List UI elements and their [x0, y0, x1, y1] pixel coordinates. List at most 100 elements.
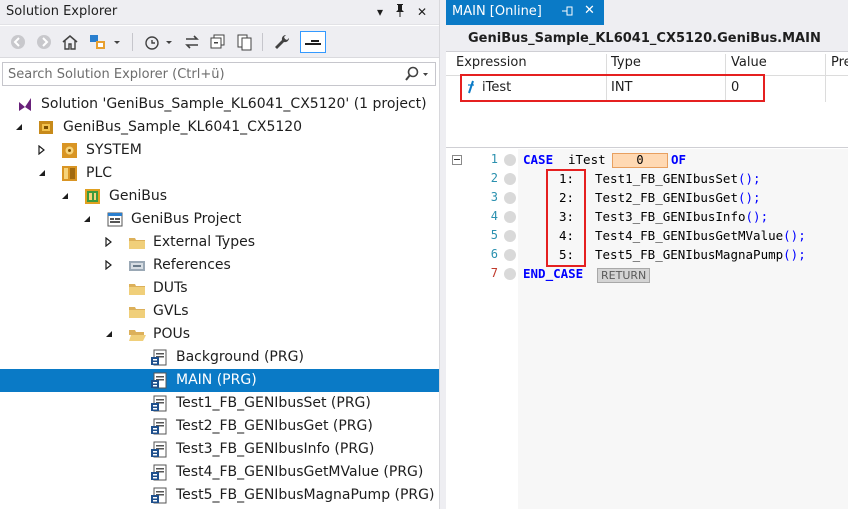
tree-item[interactable]: GeniBus Project: [0, 208, 439, 231]
switch-views-dropdown-icon[interactable]: [112, 32, 122, 52]
tree-item-label: GeniBus: [109, 188, 167, 204]
search-icon[interactable]: [403, 65, 429, 83]
window-position-icon[interactable]: ▾: [372, 3, 388, 21]
properties-wrench-icon[interactable]: [272, 32, 292, 52]
tree-item-label: GVLs: [153, 303, 189, 319]
plc-project-icon: [84, 188, 102, 205]
tree-item[interactable]: Background (PRG): [0, 346, 439, 369]
column-header-value[interactable]: Value: [731, 55, 767, 74]
tree-item[interactable]: GeniBus: [0, 185, 439, 208]
home-icon[interactable]: [60, 32, 80, 52]
close-icon[interactable]: ✕: [414, 3, 430, 21]
line-number: 4: [490, 209, 498, 223]
tree-item[interactable]: Solution 'GeniBus_Sample_KL6041_CX5120' …: [0, 93, 439, 116]
pou-path: GeniBus_Sample_KL6041_CX5120.GeniBus.MAI…: [468, 31, 821, 46]
expanded-arrow-icon[interactable]: [60, 191, 70, 201]
collapse-all-icon[interactable]: [208, 32, 228, 52]
solution-explorer-search[interactable]: [2, 62, 436, 86]
solution-explorer-toolbar: [0, 26, 439, 58]
program-icon: [151, 372, 169, 389]
program-icon: [151, 395, 169, 412]
breakpoint-marker[interactable]: [504, 230, 516, 242]
online-value-badge[interactable]: 0: [612, 153, 668, 168]
column-header-type[interactable]: Type: [611, 55, 641, 74]
solution-explorer-panel: Solution Explorer ▾ ✕ Search Solution Ex…: [0, 0, 439, 509]
tree-item[interactable]: Test1_FB_GENIbusSet (PRG): [0, 392, 439, 415]
plc-icon: [61, 165, 79, 182]
tree-item[interactable]: Test5_FB_GENIbusMagnaPump (PRG): [0, 484, 439, 507]
collapsed-arrow-icon[interactable]: [104, 237, 114, 247]
tree-item[interactable]: PLC: [0, 162, 439, 185]
solution-explorer-title: Solution Explorer: [6, 4, 118, 19]
switch-views-icon[interactable]: [88, 32, 108, 52]
call-suffix: ();: [738, 171, 761, 186]
preview-selected-items-icon[interactable]: [300, 31, 326, 53]
tree-item-label: Test1_FB_GENIbusSet (PRG): [176, 395, 371, 411]
tree-item[interactable]: GeniBus_Sample_KL6041_CX5120: [0, 116, 439, 139]
breakpoint-marker[interactable]: [504, 154, 516, 166]
expanded-arrow-icon[interactable]: [37, 168, 47, 178]
program-icon: [151, 418, 169, 435]
tree-item[interactable]: SYSTEM: [0, 139, 439, 162]
folder-open-icon: [128, 326, 146, 343]
program-call: Test3_FB_GENIbusInfo();: [595, 209, 769, 224]
panel-splitter[interactable]: [439, 0, 446, 509]
column-header-expression[interactable]: Expression: [456, 55, 527, 74]
search-input[interactable]: [3, 63, 393, 85]
tree-item[interactable]: POUs: [0, 323, 439, 346]
collapsed-arrow-icon[interactable]: [37, 145, 47, 155]
visual-studio-solution-icon: [16, 96, 34, 113]
tree-item[interactable]: DUTs: [0, 277, 439, 300]
tree-item-label: External Types: [153, 234, 255, 250]
show-all-files-icon[interactable]: [234, 32, 254, 52]
line-number: 6: [490, 247, 498, 261]
breakpoint-marker[interactable]: [504, 249, 516, 261]
tree-item-label: Solution 'GeniBus_Sample_KL6041_CX5120' …: [41, 96, 427, 112]
breakpoint-marker[interactable]: [504, 192, 516, 204]
filter-dropdown-icon[interactable]: [164, 32, 174, 52]
references-icon: [128, 257, 146, 274]
folder-icon: [128, 234, 146, 251]
tree-item[interactable]: GVLs: [0, 300, 439, 323]
expanded-arrow-icon[interactable]: [104, 329, 114, 339]
tab-close-icon[interactable]: ✕: [584, 3, 595, 18]
tab-pin-icon[interactable]: [562, 4, 574, 21]
expanded-arrow-icon[interactable]: [82, 214, 92, 224]
line-number: 5: [490, 228, 498, 242]
breakpoint-marker[interactable]: [504, 211, 516, 223]
breakpoint-marker[interactable]: [504, 268, 516, 280]
sync-with-active-document-icon[interactable]: [182, 32, 202, 52]
program-icon: [151, 349, 169, 366]
tree-item-label: SYSTEM: [86, 142, 142, 158]
column-header-prepared-value[interactable]: Pre: [831, 55, 848, 74]
case-variable: iTest: [568, 152, 606, 167]
project-file-icon: [106, 211, 124, 228]
program-call: Test4_FB_GENIbusGetMValue();: [595, 228, 806, 243]
tab-main-online[interactable]: MAIN [Online] ✕: [446, 0, 604, 25]
forward-icon[interactable]: [34, 32, 54, 52]
tree-item[interactable]: External Types: [0, 231, 439, 254]
tree-item-label: MAIN (PRG): [176, 372, 257, 388]
expanded-arrow-icon[interactable]: [14, 122, 24, 132]
line-number: 7: [490, 266, 498, 280]
program-call: Test1_FB_GENIbusSet();: [595, 171, 761, 186]
tree-item[interactable]: Test3_FB_GENIbusInfo (PRG): [0, 438, 439, 461]
tree-item-label: Test2_FB_GENIbusGet (PRG): [176, 418, 373, 434]
folder-icon: [128, 303, 146, 320]
collapsed-arrow-icon[interactable]: [104, 260, 114, 270]
pin-icon[interactable]: [392, 3, 408, 21]
of-keyword: OF: [671, 152, 687, 167]
tree-item[interactable]: MAIN (PRG): [0, 369, 439, 392]
collapse-block-icon[interactable]: [452, 155, 462, 165]
tree-item[interactable]: References: [0, 254, 439, 277]
tree-item[interactable]: Test4_FB_GENIbusGetMValue (PRG): [0, 461, 439, 484]
code-editor[interactable]: 1 2 3 4 5 6 7 CASE iTest 0 OF 1: 2: 3: 4: 5: Test1_FB_GE…: [446, 149, 848, 509]
program-call: Test5_FB_GENIbusMagnaPump();: [595, 247, 806, 262]
tree-item-label: References: [153, 257, 231, 273]
tree-item[interactable]: Test2_FB_GENIbusGet (PRG): [0, 415, 439, 438]
call-suffix: ();: [783, 228, 806, 243]
highlight-box: [460, 74, 765, 102]
back-icon[interactable]: [8, 32, 28, 52]
pending-changes-filter-icon[interactable]: [142, 32, 162, 52]
breakpoint-marker[interactable]: [504, 173, 516, 185]
